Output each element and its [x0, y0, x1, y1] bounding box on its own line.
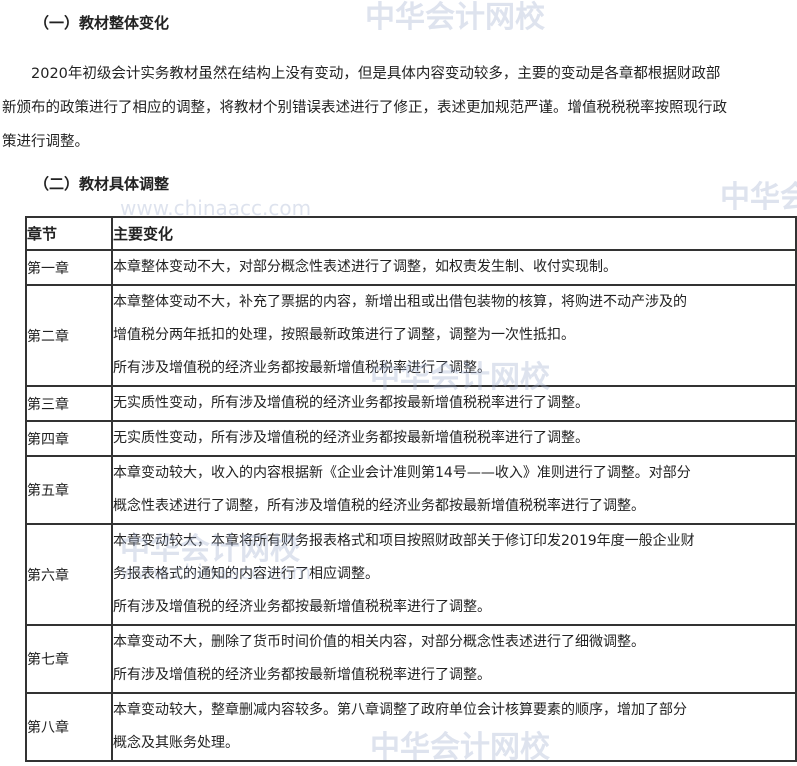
change-line: 务报表格式的通知的内容进行了相应调整。	[113, 566, 379, 582]
change-cell: 本章整体变动不大，补充了票据的内容，新增出租或出借包装物的核算，将购进不动产涉及…	[111, 284, 797, 387]
change-line: 本章整体变动不大，补充了票据的内容，新增出租或出借包装物的核算，将购进不动产涉及…	[113, 294, 687, 310]
paragraph-line: 2020年初级会计实务教材虽然在结构上没有变动，但是具体内容变动较多，主要的变动…	[2, 66, 721, 82]
change-line: 本章变动较大，收入的内容根据新《企业会计准则第14号——收入》准则进行了调整。对…	[113, 465, 691, 481]
change-cell: 本章整体变动不大，对部分概念性表述进行了调整，如权责发生制、收付实现制。	[111, 249, 797, 286]
chapter-cell: 第七章	[25, 624, 113, 694]
change-line: 本章变动不大，删除了货币时间价值的相关内容，对部分概念性表述进行了细微调整。	[113, 634, 645, 650]
change-cell: 本章变动不大，删除了货币时间价值的相关内容，对部分概念性表述进行了细微调整。 所有…	[111, 624, 797, 694]
change-cell: 本章变动较大，收入的内容根据新《企业会计准则第14号——收入》准则进行了调整。对…	[111, 455, 797, 525]
section1-paragraph: 2020年初级会计实务教材虽然在结构上没有变动，但是具体内容变动较多，主要的变动…	[2, 57, 797, 159]
change-cell: 本章变动较大，整章删减内容较多。第八章调整了政府单位会计核算要素的顺序，增加了部…	[111, 692, 797, 762]
change-line: 本章变动较大，本章将所有财务报表格式和项目按照财政部关于修订印发2019年度一般…	[113, 533, 695, 549]
watermark-logo: 中华会计网校	[720, 180, 797, 215]
change-line: 所有涉及增值税的经济业务都按最新增值税税率进行了调整。	[113, 599, 491, 615]
change-line: 本章变动较大，整章删减内容较多。第八章调整了政府单位会计核算要素的顺序，增加了部…	[113, 702, 687, 718]
change-line: 所有涉及增值税的经济业务都按最新增值税税率进行了调整。	[113, 667, 491, 683]
table-row: 第三章 无实质性变动，所有涉及增值税的经济业务都按最新增值税税率进行了调整。	[25, 385, 797, 422]
header-chapter: 章节	[25, 216, 113, 251]
table-row: 第一章 本章整体变动不大，对部分概念性表述进行了调整，如权责发生制、收付实现制。	[25, 249, 797, 286]
change-line: 无实质性变动，所有涉及增值税的经济业务都按最新增值税税率进行了调整。	[113, 395, 589, 411]
change-line: 增值税分两年抵扣的处理，按照最新政策进行了调整，调整为一次性抵扣。	[113, 327, 575, 343]
change-cell: 无实质性变动，所有涉及增值税的经济业务都按最新增值税税率进行了调整。	[111, 385, 797, 422]
table-row: 第五章 本章变动较大，收入的内容根据新《企业会计准则第14号——收入》准则进行了调…	[25, 455, 797, 525]
table-row: 第六章 本章变动较大，本章将所有财务报表格式和项目按照财政部关于修订印发2019年…	[25, 523, 797, 626]
chapter-cell: 第五章	[25, 455, 113, 525]
chapter-cell: 第三章	[25, 385, 113, 422]
chapter-cell: 第一章	[25, 249, 113, 286]
table-row: 第二章 本章整体变动不大，补充了票据的内容，新增出租或出借包装物的核算，将购进不动…	[25, 284, 797, 387]
watermark-logo: 中华会计网校	[365, 0, 545, 35]
change-line: 所有涉及增值税的经济业务都按最新增值税税率进行了调整。	[113, 360, 491, 376]
chapter-cell: 第八章	[25, 692, 113, 762]
section2-title: （二）教材具体调整	[34, 175, 170, 193]
chapter-cell: 第二章	[25, 284, 113, 387]
chapter-cell: 第四章	[25, 420, 113, 457]
change-line: 概念性表述进行了调整，所有涉及增值税的经济业务都按最新增值税税率进行了调整。	[113, 498, 645, 514]
changes-table: 章节 主要变化 第一章 本章整体变动不大，对部分概念性表述进行了调整，如权责发生制…	[25, 216, 797, 762]
header-changes: 主要变化	[111, 216, 797, 251]
change-line: 无实质性变动，所有涉及增值税的经济业务都按最新增值税税率进行了调整。	[113, 430, 589, 446]
paragraph-line: 策进行调整。	[2, 134, 89, 150]
change-line: 概念及其账务处理。	[113, 735, 239, 751]
table-row: 第八章 本章变动较大，整章删减内容较多。第八章调整了政府单位会计核算要素的顺序，增…	[25, 692, 797, 762]
section1-title: （一）教材整体变化	[34, 14, 170, 32]
change-line: 本章整体变动不大，对部分概念性表述进行了调整，如权责发生制、收付实现制。	[113, 259, 617, 275]
table-row: 第七章 本章变动不大，删除了货币时间价值的相关内容，对部分概念性表述进行了细微调整…	[25, 624, 797, 694]
table-row: 第四章 无实质性变动，所有涉及增值税的经济业务都按最新增值税税率进行了调整。	[25, 420, 797, 457]
change-cell: 无实质性变动，所有涉及增值税的经济业务都按最新增值税税率进行了调整。	[111, 420, 797, 457]
change-cell: 本章变动较大，本章将所有财务报表格式和项目按照财政部关于修订印发2019年度一般…	[111, 523, 797, 626]
chapter-cell: 第六章	[25, 523, 113, 626]
paragraph-line: 新颁布的政策进行了相应的调整，将教材个别错误表述进行了修正，表述更加规范严谨。增…	[2, 100, 727, 116]
